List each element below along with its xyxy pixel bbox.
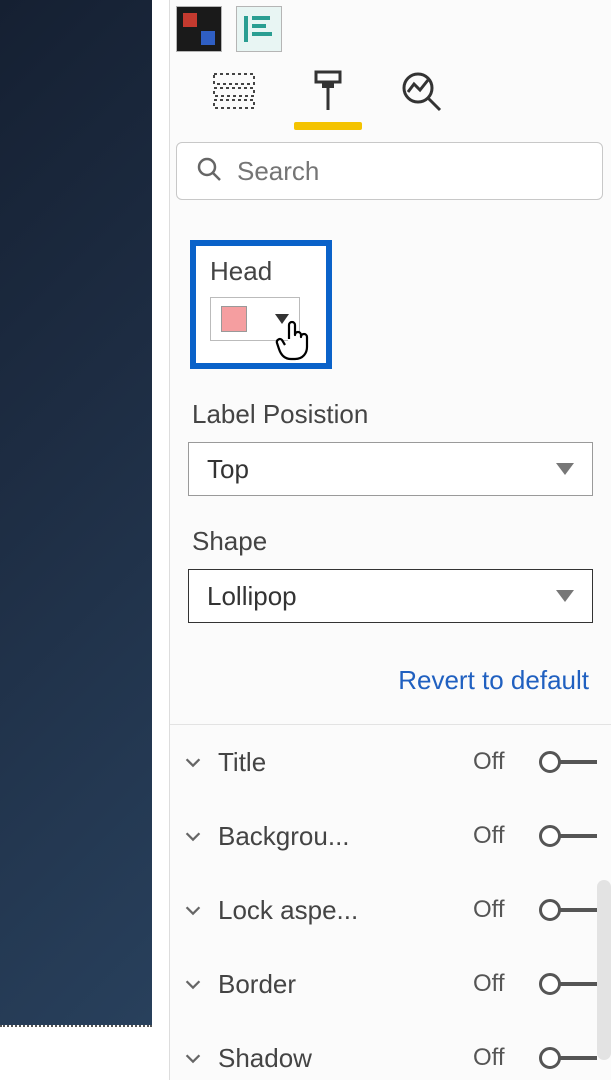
label-position-label: Label Posistion: [192, 399, 593, 430]
visual-type-badge-1[interactable]: [176, 6, 222, 52]
format-section-state: Off: [473, 822, 517, 850]
head-color-picker[interactable]: [210, 297, 300, 341]
head-color-highlight: Head: [190, 240, 332, 369]
tab-fields[interactable]: [210, 68, 258, 116]
label-position-value: Top: [207, 454, 249, 485]
shape-value: Lollipop: [207, 581, 297, 612]
format-section-state: Off: [473, 748, 517, 776]
shape-label: Shape: [192, 526, 593, 557]
format-section-state: Off: [473, 970, 517, 998]
canvas-gutter: [152, 0, 170, 1080]
format-section-name: Lock aspe...: [218, 895, 461, 926]
format-section-toggle[interactable]: [539, 972, 597, 996]
tab-format[interactable]: [304, 68, 352, 116]
pane-scrollbar[interactable]: [597, 880, 611, 1060]
revert-to-default-link[interactable]: Revert to default: [398, 665, 589, 695]
search-icon: [195, 155, 223, 188]
format-section-list: TitleOffBackgrou...OffLock aspe...OffBor…: [170, 724, 611, 1080]
format-tabbar: [170, 62, 611, 116]
tab-analytics[interactable]: [398, 68, 446, 116]
head-color-swatch: [221, 306, 247, 332]
chevron-down-icon: [180, 899, 206, 921]
report-canvas-preview: [0, 0, 170, 1080]
format-section-row[interactable]: Border Off: [170, 947, 611, 1021]
format-section-toggle[interactable]: [539, 750, 597, 774]
format-section-state: Off: [473, 1044, 517, 1072]
chevron-down-icon: [180, 751, 206, 773]
shape-select[interactable]: Lollipop: [188, 569, 593, 623]
format-section-row[interactable]: Backgrou... Off: [170, 799, 611, 873]
head-label: Head: [210, 256, 308, 287]
label-position-select[interactable]: Top: [188, 442, 593, 496]
chevron-down-icon: [556, 590, 574, 602]
canvas-bottom-divider: [0, 1025, 152, 1027]
visual-type-badge-2[interactable]: [236, 6, 282, 52]
format-section-toggle[interactable]: [539, 1046, 597, 1070]
visual-type-badges: [176, 6, 611, 52]
format-section-toggle[interactable]: [539, 824, 597, 848]
cursor-hand-icon: [275, 317, 315, 366]
format-section-name: Shadow: [218, 1043, 461, 1074]
chevron-down-icon: [180, 973, 206, 995]
format-section-name: Border: [218, 969, 461, 1000]
format-section-row[interactable]: Shadow Off: [170, 1021, 611, 1080]
chevron-down-icon: [180, 1047, 206, 1069]
chevron-down-icon: [556, 463, 574, 475]
format-section-row[interactable]: Lock aspe... Off: [170, 873, 611, 947]
report-canvas-preview-bg: [0, 0, 152, 1025]
chevron-down-icon: [180, 825, 206, 847]
format-section-toggle[interactable]: [539, 898, 597, 922]
search-box[interactable]: [176, 142, 603, 200]
format-section-state: Off: [473, 896, 517, 924]
search-input[interactable]: [237, 156, 584, 187]
format-section-name: Backgrou...: [218, 821, 461, 852]
format-pane: Head Label Posistion Top Shape: [170, 0, 611, 1080]
format-section-name: Title: [218, 747, 461, 778]
format-section-row[interactable]: Title Off: [170, 725, 611, 799]
